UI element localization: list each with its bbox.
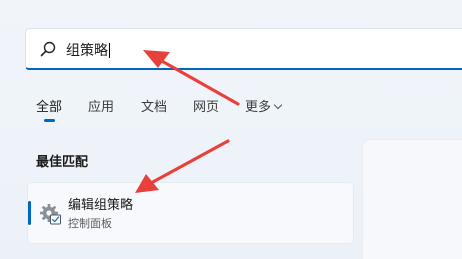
search-icon (40, 41, 56, 57)
chevron-down-icon (273, 100, 283, 110)
tab-more[interactable]: 更多 (245, 96, 283, 115)
best-match-heading: 最佳匹配 (36, 155, 89, 170)
gear-icon (40, 204, 61, 225)
search-input[interactable]: 组策略 (25, 28, 462, 70)
tab-web[interactable]: 网页 (193, 96, 219, 115)
selection-indicator (28, 201, 31, 225)
start-search-window: 组策略 全部 应用 文档 网页 更多 最佳匹配 编辑组策略 控制面板 (0, 0, 462, 259)
text-cursor (109, 43, 110, 58)
tab-apps[interactable]: 应用 (88, 96, 114, 115)
result-subtitle: 控制面板 (68, 217, 112, 230)
tab-all[interactable]: 全部 (36, 96, 62, 115)
result-preview-pane (363, 140, 462, 259)
tab-more-label: 更多 (245, 100, 272, 115)
best-match-result[interactable]: 编辑组策略 控制面板 (28, 183, 353, 243)
tab-documents[interactable]: 文档 (141, 96, 167, 115)
search-query: 组策略 (66, 43, 110, 59)
active-tab-indicator (44, 119, 55, 122)
result-title: 编辑组策略 (68, 198, 134, 213)
